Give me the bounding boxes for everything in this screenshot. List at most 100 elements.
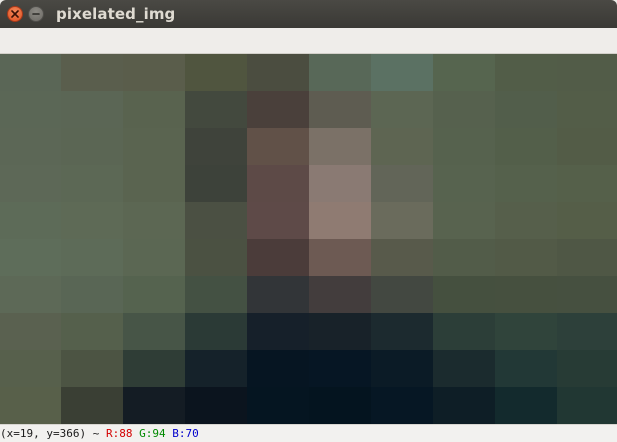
image-pixel [0,239,61,276]
image-pixel [309,128,371,165]
image-pixel [61,276,123,313]
image-pixel [185,313,247,350]
image-pixel [371,202,433,239]
image-pixel [371,387,433,424]
image-pixel [185,91,247,128]
image-pixel [495,387,557,424]
cursor-coordinates: (x=19, y=366) ~ [0,427,106,440]
image-pixel [495,202,557,239]
image-pixel [433,202,495,239]
image-pixel [309,91,371,128]
image-pixel [495,313,557,350]
image-pixel [557,128,617,165]
image-pixel [0,202,61,239]
image-pixel [371,91,433,128]
image-pixel [557,387,617,424]
image-pixel [433,91,495,128]
image-pixel [309,54,371,91]
image-pixel [495,91,557,128]
image-pixel [123,350,185,387]
image-pixel [371,313,433,350]
image-pixel [0,313,61,350]
blue-value: B:70 [172,427,199,440]
pixelated-image[interactable] [0,54,617,424]
image-pixel [495,239,557,276]
image-pixel [433,276,495,313]
image-pixel [557,276,617,313]
image-pixel [61,165,123,202]
image-pixel [433,350,495,387]
title-bar[interactable]: pixelated_img [0,0,617,28]
image-pixel [185,202,247,239]
image-pixel [371,128,433,165]
image-pixel [0,387,61,424]
image-pixel [433,313,495,350]
image-pixel [61,91,123,128]
image-pixel [185,276,247,313]
image-pixel [247,165,309,202]
image-pixel [123,91,185,128]
image-pixel [185,128,247,165]
green-value: G:94 [139,427,166,440]
image-pixel [557,202,617,239]
image-pixel [123,165,185,202]
image-pixel [247,313,309,350]
window-title: pixelated_img [56,5,176,23]
image-pixel [495,128,557,165]
image-pixel [433,239,495,276]
image-pixel [185,165,247,202]
image-pixel [185,54,247,91]
image-pixel [61,128,123,165]
image-pixel [371,239,433,276]
image-pixel [557,350,617,387]
image-pixel [247,202,309,239]
image-pixel [557,313,617,350]
image-pixel [371,165,433,202]
image-pixel [309,313,371,350]
image-pixel [247,91,309,128]
image-pixel [123,128,185,165]
minimize-icon [32,13,40,15]
image-pixel [0,54,61,91]
close-icon [11,10,19,18]
image-pixel [309,387,371,424]
image-pixel [61,54,123,91]
image-pixel [185,350,247,387]
image-pixel [433,387,495,424]
image-pixel [495,276,557,313]
image-pixel [0,165,61,202]
image-pixel [309,202,371,239]
image-pixel [61,202,123,239]
image-pixel [309,239,371,276]
image-pixel [247,387,309,424]
close-button[interactable] [7,6,23,22]
image-pixel [557,54,617,91]
image-canvas[interactable] [0,54,617,424]
image-pixel [123,239,185,276]
image-pixel [123,276,185,313]
image-pixel [61,350,123,387]
toolbar [0,28,617,54]
image-pixel [247,350,309,387]
image-pixel [185,239,247,276]
image-pixel [61,239,123,276]
image-pixel [557,239,617,276]
image-pixel [557,165,617,202]
image-pixel [0,350,61,387]
image-pixel [371,54,433,91]
minimize-button[interactable] [28,6,44,22]
image-pixel [123,313,185,350]
image-pixel [0,91,61,128]
image-pixel [247,239,309,276]
app-window: pixelated_img (x=19, y=366) ~ R:88 G:94 … [0,0,617,442]
image-pixel [433,128,495,165]
image-pixel [371,276,433,313]
image-pixel [371,350,433,387]
image-pixel [433,165,495,202]
status-bar: (x=19, y=366) ~ R:88 G:94 B:70 [0,424,617,442]
red-value: R:88 [105,427,133,440]
image-pixel [495,54,557,91]
image-pixel [123,202,185,239]
image-pixel [61,313,123,350]
image-pixel [185,387,247,424]
